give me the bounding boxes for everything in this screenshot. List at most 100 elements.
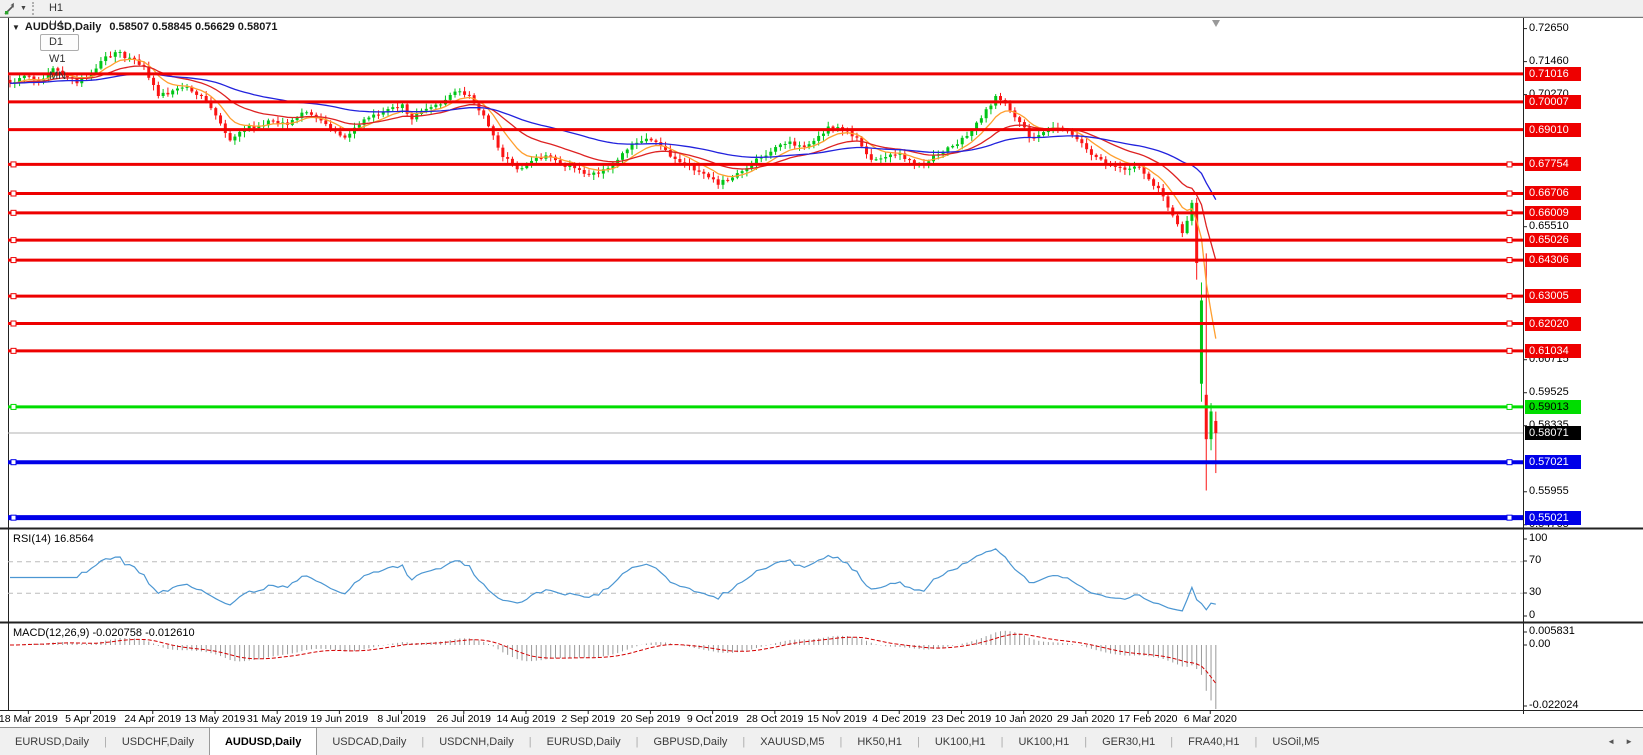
macd-axis-label: 0.00 [1529,638,1550,651]
date-axis-label: 14 Aug 2019 [496,713,555,725]
price-level-badge: 0.55021 [1525,511,1581,525]
chart-tab-uk100-h1[interactable]: UK100,H1 [920,728,1001,755]
price-level-badge: 0.63005 [1525,289,1581,303]
date-axis-label: 2 Sep 2019 [561,713,615,725]
level-handle[interactable] [11,258,16,263]
rsi-indicator-label: RSI(14) 16.8564 [13,533,94,545]
level-handle[interactable] [1507,404,1512,409]
price-level-badge: 0.67754 [1525,157,1581,171]
rsi-axis-label: 30 [1529,586,1541,599]
price-level-badge: 0.69010 [1525,123,1581,137]
date-axis-label: 4 Dec 2019 [872,713,926,725]
level-handle[interactable] [11,348,16,353]
chart-tab-fra40-h1[interactable]: FRA40,H1 [1173,728,1254,755]
chart-tab-gbpusd-daily[interactable]: GBPUSD,Daily [638,728,742,755]
macd-indicator-label: MACD(12,26,9) -0.020758 -0.012610 [13,627,195,639]
rsi-axis-label: 0 [1529,609,1535,622]
date-axis-label: 17 Feb 2020 [1119,713,1178,725]
level-handle[interactable] [11,210,16,215]
price-axis-label: 0.55955 [1529,485,1569,498]
price-level-badge: 0.66009 [1525,206,1581,220]
timeframe-button-h1[interactable]: H1 [40,0,79,17]
price-level-badge: 0.70007 [1525,95,1581,109]
date-axis-label: 5 Apr 2019 [65,713,116,725]
level-handle[interactable] [1507,238,1512,243]
macd-signal-line [10,634,1216,683]
candlestick-series [9,50,1218,491]
date-axis-label: 23 Dec 2019 [932,713,992,725]
rsi-axis-label: 100 [1529,532,1547,545]
level-handle[interactable] [1507,258,1512,263]
price-level-badge: 0.64306 [1525,253,1581,267]
date-axis-label: 28 Oct 2019 [746,713,803,725]
chart-tab-eurusd-daily[interactable]: EURUSD,Daily [532,728,636,755]
level-handle[interactable] [11,321,16,326]
timeframe-button-h4[interactable]: H4 [40,17,79,34]
date-axis-label: 10 Jan 2020 [995,713,1053,725]
chart-tab-uk100-h1[interactable]: UK100,H1 [1003,728,1084,755]
chart-tab-audusd-daily[interactable]: AUDUSD,Daily [209,728,317,755]
price-level-badge: 0.66706 [1525,186,1581,200]
timeframe-button-mn[interactable]: MN [40,68,79,85]
chart-tab-usdchf-daily[interactable]: USDCHF,Daily [107,728,209,755]
mt4-window: ▼ M1M5M15M30H1H4D1W1MN ▼ AUDUSD,Daily 0.58… [0,0,1643,755]
rsi-axis-label: 70 [1529,554,1541,567]
tabs-scroll-right-icon[interactable]: ► [1625,737,1633,746]
dropdown-caret-icon[interactable]: ▼ [20,5,27,12]
level-handle[interactable] [1507,162,1512,167]
tab-navigation: ◄ ► [1607,728,1643,755]
chart-tab-xauusd-m5[interactable]: XAUUSD,M5 [745,728,839,755]
level-handle[interactable] [11,191,16,196]
price-axis-label: 0.59525 [1529,386,1569,399]
collapse-arrow-icon[interactable]: ▼ [12,23,20,32]
level-handle[interactable] [11,162,16,167]
chart-tab-usdcad-daily[interactable]: USDCAD,Daily [317,728,421,755]
ma-slow-line [10,73,1216,199]
level-handle[interactable] [1507,321,1512,326]
timeframe-button-d1[interactable]: D1 [40,34,79,51]
price-axis-label: 0.65510 [1529,220,1569,233]
level-handle[interactable] [1507,460,1512,465]
macd-axis-label: -0.022024 [1529,699,1579,712]
date-axis-label: 9 Oct 2019 [687,713,738,725]
price-level-badge: 0.57021 [1525,455,1581,469]
date-axis-label: 18 Mar 2019 [0,713,58,725]
chart-tab-ger30-h1[interactable]: GER30,H1 [1087,728,1170,755]
price-level-badge: 0.59013 [1525,400,1581,414]
level-handle[interactable] [1507,348,1512,353]
toolbar-grip [32,2,34,15]
chart-tab-eurusd-daily[interactable]: EURUSD,Daily [0,728,104,755]
chart-ohlc-values: 0.58507 0.58845 0.56629 0.58071 [109,21,277,33]
level-handle[interactable] [1507,515,1512,520]
chart-tabs: EURUSD,Daily|USDCHF,DailyAUDUSD,DailyUSD… [0,728,1334,755]
rsi-line [10,549,1216,611]
chart-tab-usoil-m5[interactable]: USOil,M5 [1257,728,1334,755]
level-handle[interactable] [11,460,16,465]
level-handle[interactable] [1507,294,1512,299]
drawing-tool-icon[interactable] [2,1,20,16]
timeframe-button-w1[interactable]: W1 [40,51,79,68]
tabs-scroll-left-icon[interactable]: ◄ [1607,737,1615,746]
price-level-badge: 0.65026 [1525,233,1581,247]
price-level-badge: 0.62020 [1525,317,1581,331]
date-axis-label: 20 Sep 2019 [621,713,681,725]
date-axis-label: 8 Jul 2019 [377,713,425,725]
date-axis-label: 15 Nov 2019 [807,713,867,725]
level-handle[interactable] [1507,210,1512,215]
date-axis-label: 13 May 2019 [185,713,246,725]
level-handle[interactable] [11,238,16,243]
level-handle[interactable] [11,515,16,520]
macd-histogram [10,631,1216,709]
timeframe-toolbar: M1M5M15M30H1H4D1W1MN [40,0,79,85]
level-handle[interactable] [11,404,16,409]
level-handle[interactable] [1507,191,1512,196]
date-axis-label: 31 May 2019 [247,713,308,725]
price-axis-label: 0.72650 [1529,22,1569,35]
chart-tab-hk50-h1[interactable]: HK50,H1 [842,728,917,755]
chart-tab-usdcnh-daily[interactable]: USDCNH,Daily [424,728,529,755]
price-level-badge: 0.61034 [1525,344,1581,358]
level-handle[interactable] [11,294,16,299]
chart-shift-marker-icon [1212,20,1220,27]
date-axis-label: 24 Apr 2019 [124,713,181,725]
chart-canvas[interactable] [0,0,1643,755]
